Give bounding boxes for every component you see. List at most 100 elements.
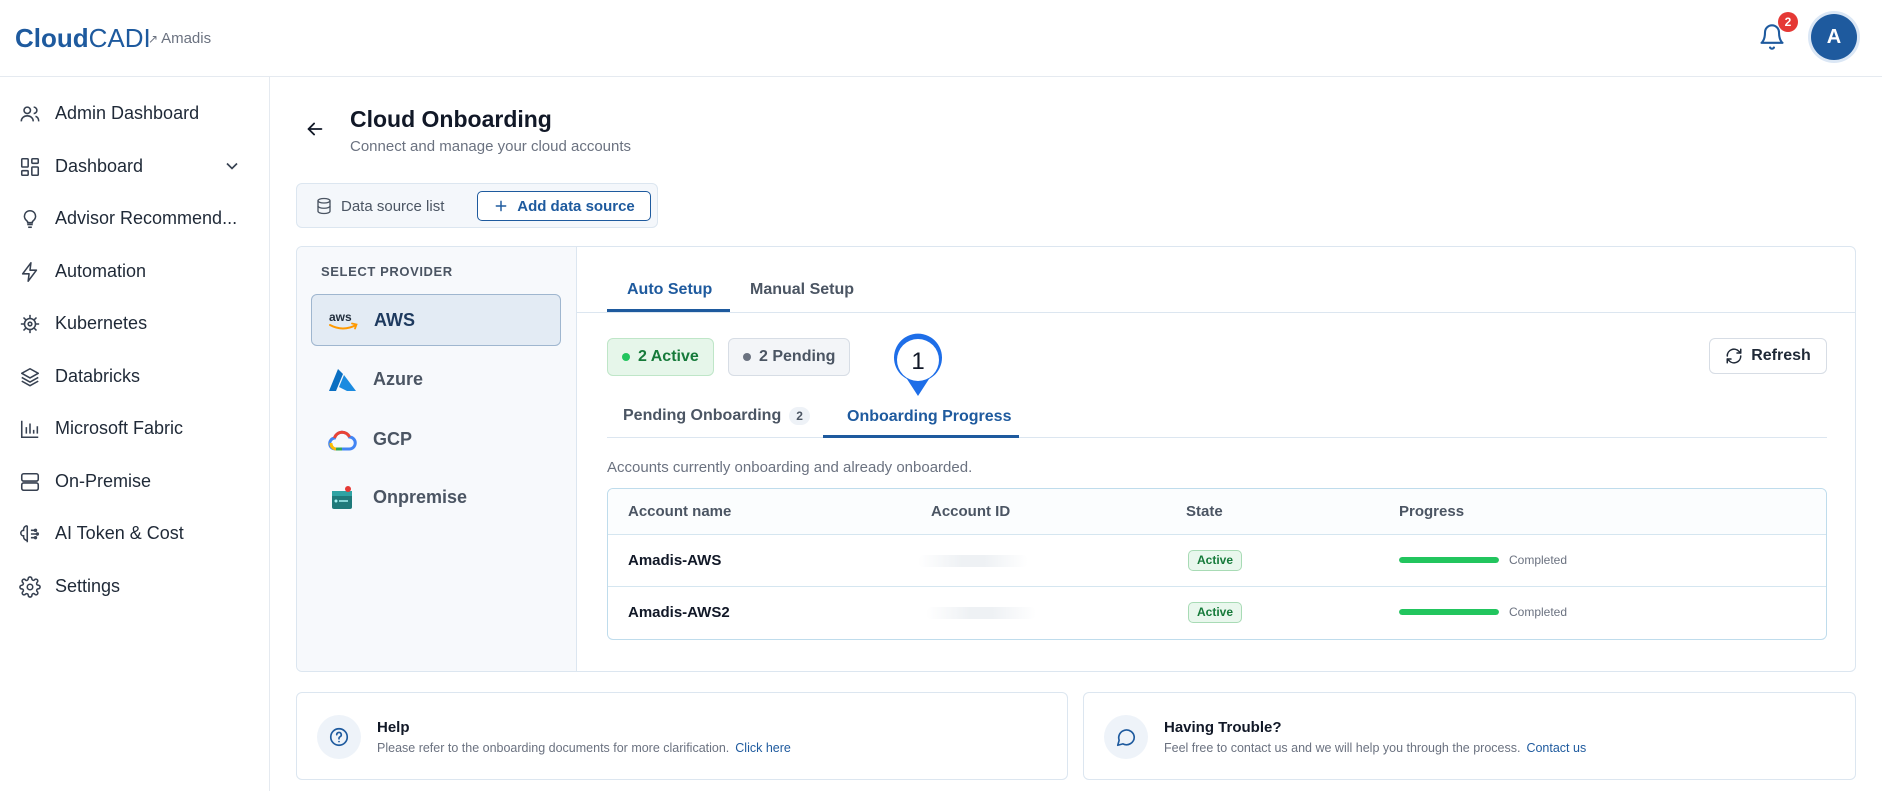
add-data-source-button[interactable]: Add data source (477, 191, 651, 221)
progress-bar-fill (1399, 557, 1499, 563)
sidebar-item-databricks[interactable]: Databricks (0, 354, 269, 398)
account-id-redacted (918, 555, 1028, 567)
account-id-redacted (926, 607, 1036, 619)
provider-heading: SELECT PROVIDER (321, 264, 453, 279)
provider-label: GCP (373, 429, 413, 449)
tenant-label: ↗ Amadis (148, 30, 212, 47)
pending-count: 2 Pending (759, 348, 836, 365)
status-badge: Active (1188, 550, 1243, 571)
lightbulb-icon (23, 209, 37, 229)
top-bar: CloudCADI ↗ Amadis 2 A (0, 0, 1882, 77)
tab-pending-label: Pending Onboarding (623, 407, 782, 424)
provider-pane: SELECT PROVIDER aws AWS Azure GCP Onprem… (297, 247, 577, 671)
page-title: Cloud Onboarding (350, 106, 552, 132)
refresh-icon (1726, 348, 1742, 364)
contact-link[interactable]: Contact us (1526, 741, 1586, 755)
database-icon (317, 197, 331, 215)
provider-aws[interactable]: aws AWS (311, 294, 561, 346)
bolt-icon (21, 262, 38, 282)
bar-chart-icon (20, 420, 39, 439)
question-icon (329, 727, 349, 747)
ai-brain-icon (20, 524, 40, 543)
column-header-state[interactable]: State (1186, 503, 1223, 520)
gcp-logo-icon (328, 430, 357, 451)
azure-logo-icon (329, 369, 356, 391)
help-icon-circle (317, 715, 361, 759)
refresh-label: Refresh (1751, 347, 1811, 364)
back-arrow-icon[interactable] (304, 118, 326, 140)
help-title: Help (377, 719, 410, 736)
pending-status-pill: 2 Pending (728, 338, 851, 376)
column-header-progress[interactable]: Progress (1399, 503, 1464, 520)
grid-icon (20, 157, 40, 177)
chevron-down-icon[interactable] (222, 156, 242, 176)
sidebar-item-on-premise[interactable]: On-Premise (0, 459, 269, 503)
pending-count-badge: 2 (789, 407, 810, 425)
table-description: Accounts currently onboarding and alread… (607, 459, 973, 476)
tab-onboarding-progress[interactable]: Onboarding Progress (847, 408, 1011, 426)
sidebar-item-ai-token-cost[interactable]: AI Token & Cost (0, 511, 269, 555)
help-link[interactable]: Click here (735, 741, 791, 755)
tab-active-underline (607, 309, 730, 312)
data-source-list-label: Data source list (341, 197, 445, 215)
sidebar: Admin Dashboard Dashboard Advisor Recomm… (0, 77, 270, 791)
account-name: Amadis-AWS2 (628, 604, 730, 621)
sidebar-item-label: Databricks (55, 366, 141, 386)
data-source-list-tab[interactable]: Data source list (315, 194, 444, 218)
onboarding-card: SELECT PROVIDER aws AWS Azure GCP Onprem… (296, 246, 1856, 672)
active-count: 2 Active (638, 348, 699, 365)
column-header-account-name[interactable]: Account name (628, 503, 731, 520)
provider-gcp[interactable]: GCP (311, 414, 561, 466)
tab-auto-setup[interactable]: Auto Setup (627, 281, 712, 299)
trouble-text: Feel free to contact us and we will help… (1164, 741, 1587, 755)
data-source-segment-bar: Data source list Add data source (296, 183, 658, 228)
sidebar-item-settings[interactable]: Settings (0, 564, 269, 608)
tab-manual-setup[interactable]: Manual Setup (750, 281, 854, 299)
sidebar-item-label: Dashboard (55, 156, 144, 176)
setup-tabs: Auto Setup Manual Setup (577, 247, 1855, 313)
pending-dot (743, 353, 751, 361)
page-subtitle: Connect and manage your cloud accounts (350, 138, 632, 155)
provider-label: Azure (373, 369, 424, 389)
layers-icon (20, 367, 40, 387)
column-header-account-id[interactable]: Account ID (931, 503, 1010, 520)
sidebar-item-automation[interactable]: Automation (0, 249, 269, 293)
table-row[interactable]: Amadis-AWS2 Active Completed (608, 587, 1826, 639)
plus-icon (495, 200, 507, 212)
sidebar-item-dashboard[interactable]: Dashboard (0, 144, 269, 188)
table-row[interactable]: Amadis-AWS Active Completed (608, 535, 1826, 587)
progress-label: Completed (1509, 605, 1568, 619)
users-icon (20, 106, 40, 122)
sidebar-item-label: Advisor Recommend... (55, 208, 238, 228)
sidebar-item-label: Settings (55, 576, 121, 596)
sidebar-item-kubernetes[interactable]: Kubernetes (0, 301, 269, 345)
avatar[interactable]: A (1811, 14, 1857, 60)
refresh-button[interactable]: Refresh (1709, 338, 1827, 374)
progress-label: Completed (1509, 553, 1568, 567)
active-status-pill: 2 Active (607, 338, 714, 376)
sidebar-item-admin-dashboard[interactable]: Admin Dashboard (0, 91, 269, 135)
progress-bar (1399, 557, 1499, 563)
step-marker-number: 1 (911, 348, 924, 375)
tab-pending-onboarding[interactable]: Pending Onboarding 2 (623, 407, 810, 425)
provider-azure[interactable]: Azure (311, 354, 561, 406)
sidebar-item-label: On-Premise (55, 471, 152, 491)
app-logo[interactable]: CloudCADI (15, 22, 151, 54)
sidebar-item-label: Kubernetes (55, 313, 148, 333)
svg-text:aws: aws (329, 310, 352, 324)
help-card: Help Please refer to the onboarding docu… (296, 692, 1068, 780)
sidebar-item-label: Admin Dashboard (55, 103, 200, 123)
provider-label: Onpremise (373, 487, 468, 507)
trouble-icon-circle (1104, 715, 1148, 759)
external-link-icon: ↗ (148, 32, 159, 46)
add-data-source-label: Add data source (517, 197, 635, 215)
provider-onpremise[interactable]: Onpremise (311, 472, 561, 524)
sidebar-item-advisor[interactable]: Advisor Recommend... (0, 196, 269, 240)
sidebar-item-label: Automation (55, 261, 147, 281)
onpremise-server-icon (332, 486, 352, 509)
progress-bar (1399, 609, 1499, 615)
sidebar-item-microsoft-fabric[interactable]: Microsoft Fabric (0, 406, 269, 450)
gear-icon (19, 576, 41, 598)
onboarding-tabs: Pending Onboarding 2 Onboarding Progress (607, 397, 1827, 438)
trouble-title: Having Trouble? (1164, 719, 1282, 736)
